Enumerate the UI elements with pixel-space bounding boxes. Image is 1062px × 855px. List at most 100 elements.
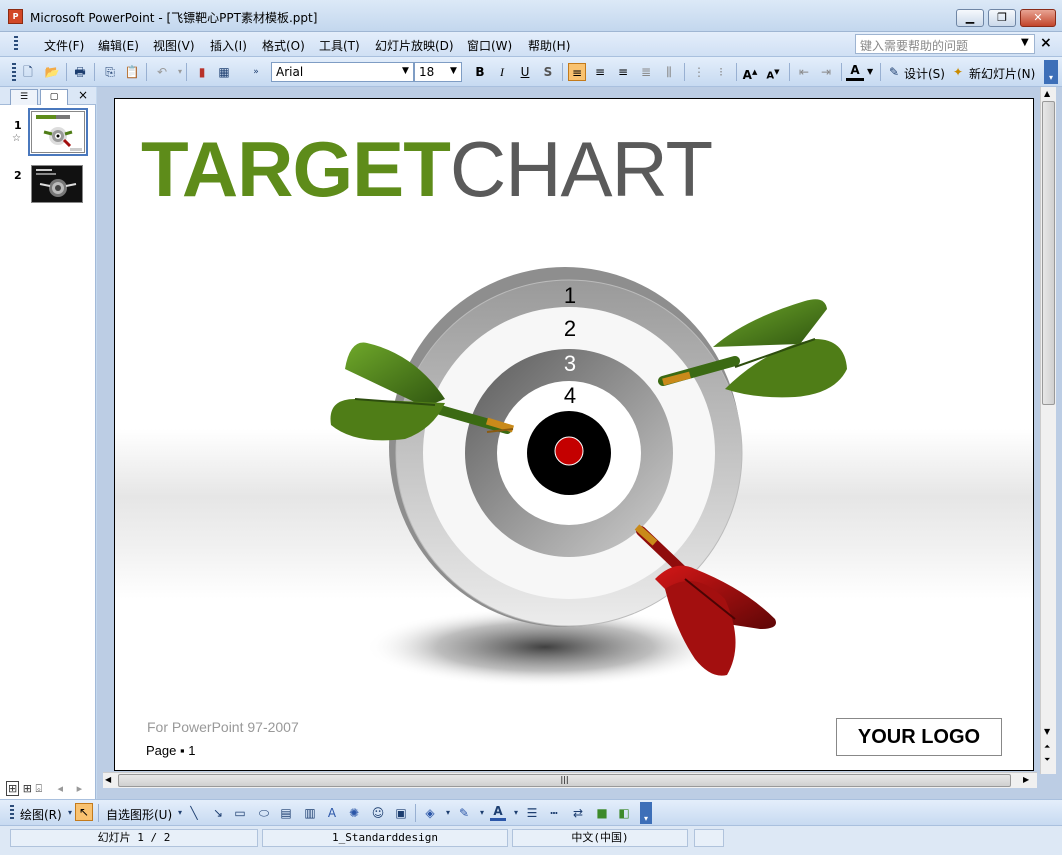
menu-window[interactable]: 窗口(W) bbox=[467, 37, 512, 54]
slide-sorter-icon[interactable]: ⊞ bbox=[23, 782, 32, 795]
slide-canvas[interactable]: TARGETCHART 1 2 3 4 For PowerPoint 97-20… bbox=[114, 98, 1034, 771]
toolbar-grip[interactable] bbox=[12, 63, 16, 81]
scroll-right-icon[interactable]: ▸ bbox=[77, 782, 83, 795]
normal-view-icon[interactable]: ⊞ bbox=[6, 781, 20, 796]
fill-color-icon[interactable]: ◈ bbox=[422, 805, 438, 821]
slide-thumbnail-2[interactable] bbox=[31, 165, 83, 203]
menu-file[interactable]: 文件(F) bbox=[44, 37, 84, 54]
font-size-dropdown-icon[interactable]: ▼ bbox=[450, 66, 457, 76]
menu-grip[interactable] bbox=[14, 36, 18, 52]
menu-slideshow[interactable]: 幻灯片放映(D) bbox=[375, 37, 454, 54]
design-button[interactable]: 设计(S) bbox=[904, 65, 945, 82]
decrease-indent-icon[interactable]: ⇤ bbox=[795, 63, 813, 81]
slideshow-view-icon[interactable]: ⌺ bbox=[35, 782, 42, 795]
menu-help[interactable]: 帮助(H) bbox=[528, 37, 570, 54]
slides-tab-icon[interactable]: ▢ bbox=[40, 89, 68, 105]
new-document-icon[interactable]: 🗋 bbox=[20, 64, 36, 80]
arrow-style-icon[interactable]: ⇄ bbox=[570, 805, 586, 821]
clipart-icon[interactable]: ☺ bbox=[370, 805, 386, 821]
decrease-font-icon[interactable]: A▼ bbox=[764, 63, 782, 81]
menu-tools[interactable]: 工具(T) bbox=[319, 37, 360, 54]
slide-thumbnail-1[interactable] bbox=[28, 108, 88, 156]
menu-view[interactable]: 视图(V) bbox=[153, 37, 195, 54]
bold-button[interactable]: B bbox=[471, 63, 489, 81]
picture-icon[interactable]: ▣ bbox=[393, 805, 409, 821]
logo-placeholder[interactable]: YOUR LOGO bbox=[836, 718, 1002, 756]
horizontal-scrollbar[interactable]: ◀ ||| ▶ bbox=[103, 772, 1037, 788]
font-name-dropdown-icon[interactable]: ▼ bbox=[402, 66, 409, 76]
menu-edit[interactable]: 编辑(E) bbox=[98, 37, 139, 54]
maximize-button[interactable]: ❐ bbox=[988, 9, 1016, 27]
bullets-icon[interactable]: ⁝ bbox=[712, 63, 730, 81]
underline-button[interactable]: U bbox=[516, 63, 534, 81]
scroll-right-icon[interactable]: ▶ bbox=[1023, 775, 1029, 784]
scroll-left-icon[interactable]: ◀ bbox=[105, 775, 111, 784]
pane-close-button[interactable]: × bbox=[78, 88, 88, 102]
help-search-input[interactable]: 键入需要帮助的问题 bbox=[855, 34, 1035, 54]
draw-menu-button[interactable]: 绘图(R) bbox=[20, 806, 62, 823]
target-graphic[interactable]: 1 2 3 4 bbox=[115, 99, 1034, 771]
font-color-icon[interactable]: A bbox=[846, 63, 864, 81]
new-slide-icon[interactable]: ✦ bbox=[950, 64, 966, 80]
next-slide-icon[interactable]: ⏷ bbox=[1044, 755, 1050, 765]
drawing-toolbar-grip[interactable] bbox=[10, 805, 14, 821]
page-number[interactable]: Page ▪ 1 bbox=[146, 743, 195, 758]
footer-text[interactable]: For PowerPoint 97-2007 bbox=[147, 719, 299, 735]
outline-tab-icon[interactable]: ☰ bbox=[10, 89, 38, 105]
font-name-field[interactable]: Arial bbox=[271, 62, 414, 82]
arrow-icon[interactable]: ↘ bbox=[210, 805, 226, 821]
font-color-icon[interactable]: A bbox=[490, 805, 506, 821]
align-center-icon[interactable]: ≡ bbox=[591, 63, 609, 81]
close-button[interactable]: ✕ bbox=[1020, 9, 1056, 27]
chart-icon[interactable]: ▮ bbox=[194, 64, 210, 80]
increase-indent-icon[interactable]: ⇥ bbox=[817, 63, 835, 81]
line-style-icon[interactable]: ☰ bbox=[524, 805, 540, 821]
vertical-scrollbar[interactable]: ▲ ▼ ⏶ ⏷ bbox=[1040, 87, 1056, 774]
toolbar-options-icon[interactable]: » bbox=[248, 64, 264, 80]
help-dropdown-icon[interactable]: ▼ bbox=[1021, 37, 1029, 48]
distribute-icon[interactable]: ⫼ bbox=[660, 63, 678, 81]
font-color-dropdown-icon[interactable]: ▾ bbox=[508, 805, 524, 821]
numbering-icon[interactable]: ⋮ bbox=[690, 63, 708, 81]
paste-icon[interactable]: 📋 bbox=[124, 64, 140, 80]
rectangle-icon[interactable]: ▭ bbox=[232, 805, 248, 821]
italic-button[interactable]: I bbox=[493, 63, 511, 81]
diagram-icon[interactable]: ✺ bbox=[346, 805, 362, 821]
textbox-icon[interactable]: ▤ bbox=[278, 805, 294, 821]
scroll-down-icon[interactable]: ▼ bbox=[1044, 727, 1050, 736]
align-left-icon[interactable]: ≡ bbox=[568, 63, 586, 81]
print-icon[interactable]: 🖶 bbox=[72, 64, 88, 80]
document-close-button[interactable]: × bbox=[1040, 35, 1052, 51]
vertical-scroll-thumb[interactable] bbox=[1042, 101, 1055, 405]
powerpoint-icon[interactable]: P bbox=[8, 9, 23, 24]
font-color-dropdown-icon[interactable]: ▼ bbox=[867, 67, 873, 76]
shadow-style-icon[interactable]: ■ bbox=[594, 805, 610, 821]
increase-font-icon[interactable]: A▲ bbox=[741, 63, 759, 82]
horizontal-scroll-thumb[interactable]: ||| bbox=[118, 774, 1011, 787]
minimize-button[interactable]: ▁ bbox=[956, 9, 984, 27]
scroll-left-icon[interactable]: ◂ bbox=[58, 782, 64, 795]
scroll-up-icon[interactable]: ▲ bbox=[1044, 89, 1050, 98]
oval-icon[interactable]: ⬭ bbox=[256, 805, 272, 821]
justify-icon[interactable]: ≣ bbox=[637, 63, 655, 81]
menu-insert[interactable]: 插入(I) bbox=[210, 37, 247, 54]
design-icon[interactable]: ✎ bbox=[886, 64, 902, 80]
align-right-icon[interactable]: ≡ bbox=[614, 63, 632, 81]
table-icon[interactable]: ▦ bbox=[216, 64, 232, 80]
undo-icon[interactable]: ↶ bbox=[154, 64, 170, 80]
new-slide-button[interactable]: 新幻灯片(N) bbox=[969, 65, 1035, 82]
menu-format[interactable]: 格式(O) bbox=[262, 37, 305, 54]
shadow-button[interactable]: S bbox=[539, 63, 557, 81]
autoshapes-button[interactable]: 自选图形(U) bbox=[106, 806, 172, 823]
wordart-icon[interactable]: A bbox=[324, 805, 340, 821]
vertical-textbox-icon[interactable]: ▥ bbox=[302, 805, 318, 821]
fill-color-dropdown-icon[interactable]: ▾ bbox=[440, 805, 456, 821]
dash-style-icon[interactable]: ┅ bbox=[546, 805, 562, 821]
previous-slide-icon[interactable]: ⏶ bbox=[1044, 742, 1050, 752]
select-objects-icon[interactable]: ↖ bbox=[75, 803, 93, 821]
toolbar-overflow-icon[interactable]: ▾ bbox=[1044, 60, 1058, 84]
line-color-dropdown-icon[interactable]: ▾ bbox=[474, 805, 490, 821]
copy-icon[interactable]: ⎘ bbox=[102, 64, 118, 80]
line-color-icon[interactable]: ✎ bbox=[456, 805, 472, 821]
drawing-toolbar-overflow-icon[interactable]: ▾ bbox=[640, 802, 652, 824]
